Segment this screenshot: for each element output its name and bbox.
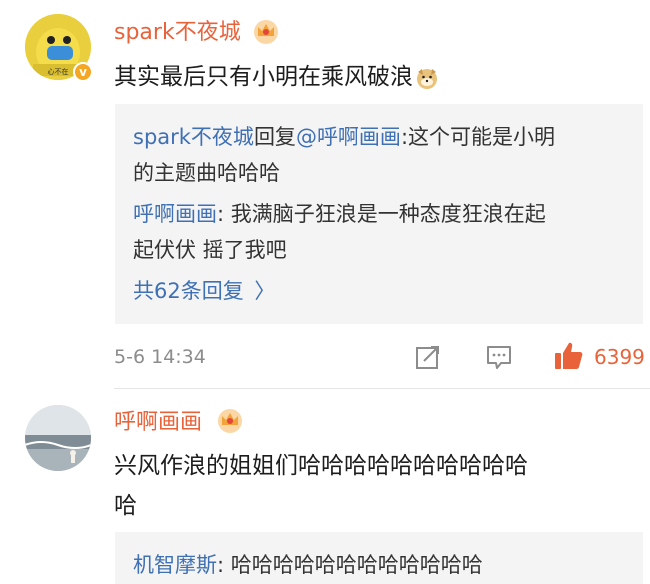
like-icon[interactable]: [553, 340, 585, 372]
reply-keyword: 回复: [253, 125, 296, 149]
reply-text: : 哈哈哈哈哈哈哈哈哈哈哈哈: [217, 553, 483, 577]
reply-text: :这个可能是小明: [400, 125, 556, 149]
reply-text-cont: 的主题曲哈哈哈: [133, 161, 280, 185]
comment-body: 其实最后只有小明在乘风破浪: [114, 64, 413, 90]
like-count: 6399: [594, 345, 645, 369]
comment-icon[interactable]: [485, 343, 513, 371]
reply-line-1: spark不夜城回复@呼啊画画:这个可能是小明: [133, 122, 555, 152]
reply-text-cont: 起伏伏 摇了我吧: [133, 238, 287, 262]
avatar-caption: 心不在: [48, 67, 69, 76]
reply-username[interactable]: 呼啊画画: [133, 202, 217, 226]
reply-box: 机智摩斯: 哈哈哈哈哈哈哈哈哈哈哈哈: [115, 532, 643, 584]
comment-divider: [114, 388, 650, 389]
verified-badge: v: [73, 62, 93, 82]
reply-box: spark不夜城回复@呼啊画画:这个可能是小明 的主题曲哈哈哈 呼啊画画: 我满…: [115, 104, 643, 324]
reply-username[interactable]: spark不夜城: [133, 125, 254, 149]
vip-crown-icon: [254, 20, 278, 44]
reply-line-1: 机智摩斯: 哈哈哈哈哈哈哈哈哈哈哈哈: [133, 550, 483, 580]
comment-username[interactable]: spark不夜城: [114, 19, 241, 47]
doge-emoji-icon: [417, 68, 437, 89]
reply-line-4: 起伏伏 摇了我吧: [133, 235, 287, 265]
reply-username[interactable]: 机智摩斯: [133, 553, 217, 577]
more-replies-link[interactable]: 共62条回复 〉: [133, 276, 275, 306]
avatar-image: [25, 405, 91, 471]
comment-text: 其实最后只有小明在乘风破浪: [114, 57, 439, 97]
more-replies-label: 共62条回复: [133, 279, 244, 303]
share-icon[interactable]: [414, 343, 442, 371]
reply-line-2: 的主题曲哈哈哈: [133, 158, 280, 188]
comment-text-line-2: 哈: [114, 493, 137, 519]
comment-timestamp: 5-6 14:34: [114, 346, 206, 368]
comment-text-line-1: 兴风作浪的姐姐们哈哈哈哈哈哈哈哈哈哈: [114, 453, 528, 479]
reply-text: : 我满脑子狂浪是一种态度狂浪在起: [217, 202, 546, 226]
chevron-right-icon: 〉: [254, 279, 276, 303]
vip-crown-icon: [218, 409, 242, 433]
avatar-huahua[interactable]: [25, 405, 91, 471]
reply-line-3: 呼啊画画: 我满脑子狂浪是一种态度狂浪在起: [133, 199, 546, 229]
comment-username[interactable]: 呼啊画画: [114, 409, 202, 437]
mention-link[interactable]: @呼啊画画: [296, 125, 401, 149]
